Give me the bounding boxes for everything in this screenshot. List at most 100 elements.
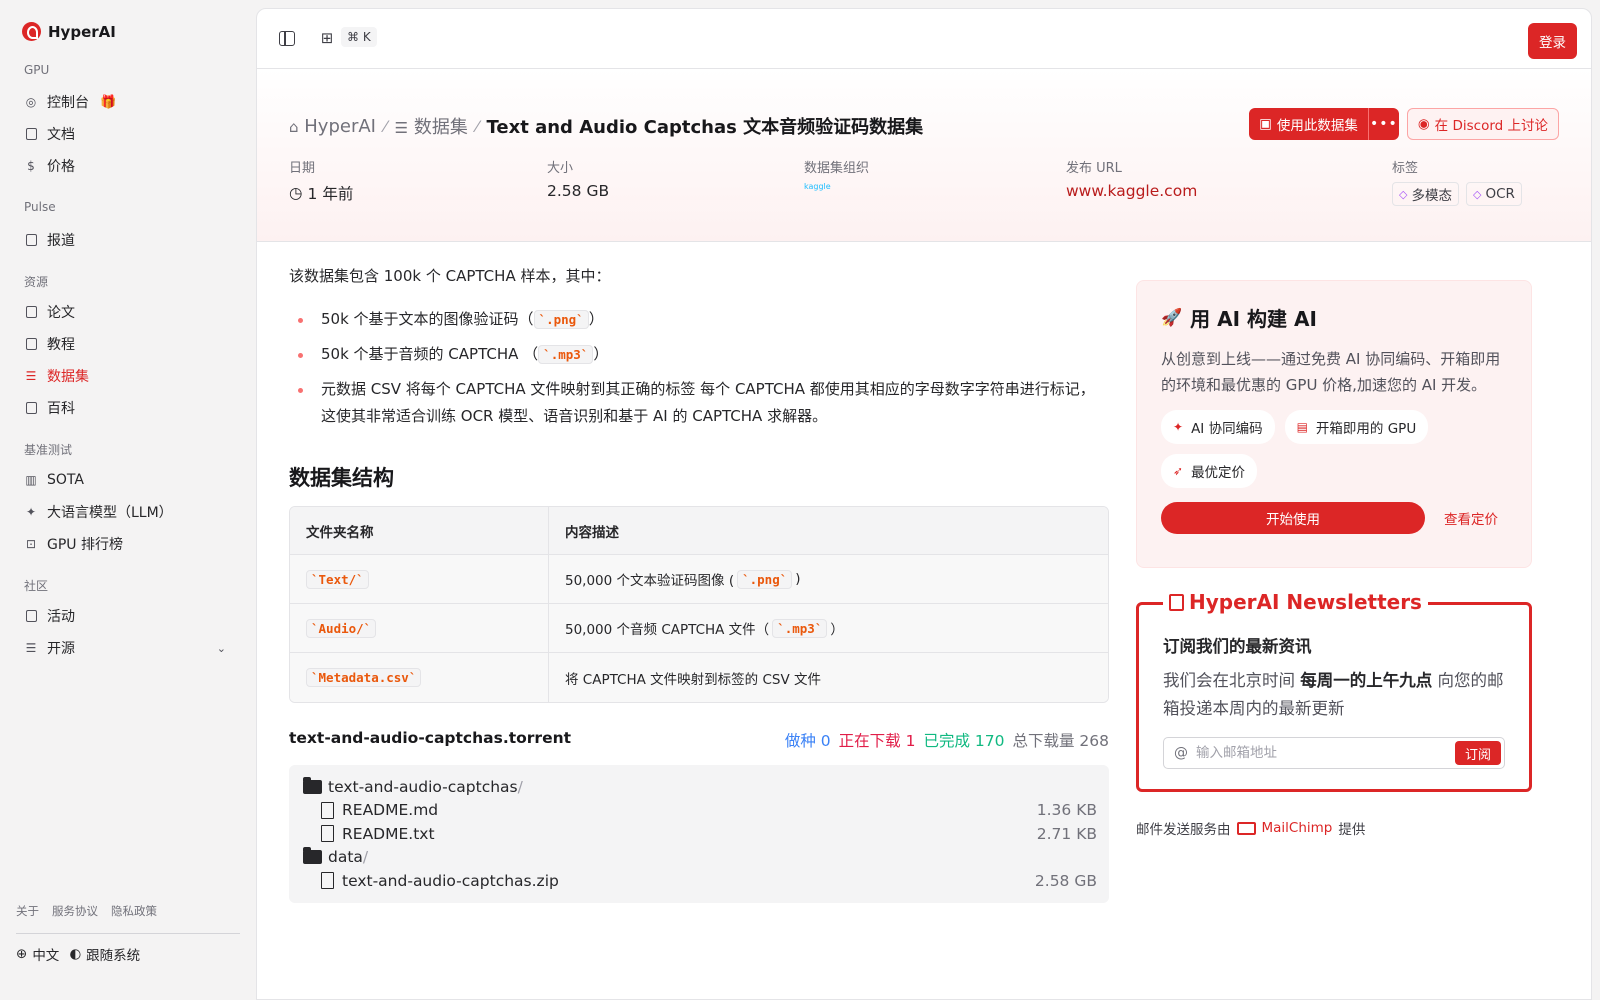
file-row[interactable]: text-and-audio-captchas.zip 2.58 GB [303, 869, 1097, 893]
text: 50,000 个文本验证码图像 ( [565, 573, 735, 589]
hyperai-logo-icon [22, 22, 41, 41]
sidebar-item-tutorials[interactable]: 教程 [16, 330, 236, 358]
language-switcher[interactable]: ⊕ 中文 [16, 944, 59, 964]
use-dataset-label: 使用此数据集 [1276, 118, 1358, 134]
sidebar-item-datasets[interactable]: ☰ 数据集 [16, 362, 236, 390]
text: 提供 [1338, 822, 1366, 838]
command-shortcut[interactable]: ⌘ K [341, 27, 377, 47]
sidebar-item-docs[interactable]: 文档 [16, 120, 236, 148]
sparkle-icon: ✦ [25, 505, 37, 519]
inline-code: `.mp3` [538, 345, 594, 364]
meta-value: ◷ 1 年前 [289, 182, 353, 204]
breadcrumb-home[interactable]: ⌂ HyperAI [289, 116, 376, 137]
footer-links: 关于 服务协议 隐私政策 [16, 903, 157, 919]
get-started-button[interactable]: 开始使用 [1161, 502, 1425, 534]
footer-settings: ⊕ 中文 ◐ 跟随系统 [16, 944, 140, 964]
email-input[interactable] [1196, 745, 1446, 761]
sidebar-item-label: 教程 [47, 337, 75, 353]
feature-chip: ➶ 最优定价 [1161, 454, 1258, 488]
inline-code: `Audio/` [306, 618, 377, 638]
file-size: 2.58 GB [1034, 871, 1097, 890]
rocket-icon: 🚀 [1161, 307, 1183, 328]
tag-ocr[interactable]: ◇ OCR [1465, 182, 1522, 206]
table-row: `Audio/` 50,000 个音频 CAPTCHA 文件（ `.mp3`） [290, 604, 1108, 653]
source-url-link[interactable]: www.kaggle.com [1066, 182, 1197, 200]
breadcrumb-datasets[interactable]: ☰ 数据集 [395, 113, 468, 139]
bullet-list: 50k 个基于文本的图像验证码（ `.png`） 50k 个基于音频的 CAPTC… [289, 306, 1109, 430]
intro-text: 该数据集包含 100k 个 CAPTCHA 样本，其中： [289, 267, 611, 285]
meta-url: 发布 URL www.kaggle.com [1066, 157, 1197, 200]
folder-row[interactable]: data / [303, 846, 1097, 870]
tag-icon: ◇ [1399, 187, 1408, 201]
text: 50,000 个音频 CAPTCHA 文件（ [565, 622, 770, 638]
sidebar-item-events[interactable]: 活动 [16, 602, 236, 630]
sidebar-item-label: 百科 [47, 401, 75, 417]
torrent-name[interactable]: text-and-audio-captchas.torrent [289, 729, 571, 751]
more-options-button[interactable]: ••• [1367, 108, 1399, 140]
inline-code: `Metadata.csv` [306, 668, 422, 687]
section-gpu: GPU [24, 63, 50, 77]
file-icon [321, 801, 334, 819]
home-icon: ⌂ [289, 117, 299, 136]
subscribe-button[interactable]: 订阅 [1454, 741, 1501, 765]
list-icon: ☰ [25, 641, 37, 655]
text: ） [588, 310, 604, 328]
section-resources: 资源 [24, 275, 49, 289]
footer-link-about[interactable]: 关于 [16, 903, 39, 919]
section-heading: 数据集结构 [289, 466, 394, 490]
tag-label: OCR [1485, 186, 1515, 202]
brand[interactable]: HyperAI [22, 22, 116, 41]
theme-switcher[interactable]: ◐ 跟随系统 [69, 944, 140, 964]
sidebar-item-gpu-leaderboard[interactable]: ⊡ GPU 排行榜 [16, 530, 236, 558]
sidebar-item-papers[interactable]: 论文 [16, 298, 236, 326]
promo-description: 从创意到上线——通过免费 AI 协同编码、开箱即用的环境和最优惠的 GPU 价格… [1161, 350, 1501, 394]
sidebar-item-wiki[interactable]: 百科 [16, 394, 236, 422]
text: 将 CAPTCHA 文件映射到标签的 CSV 文件 [565, 671, 821, 688]
clock-icon: ◷ [289, 184, 303, 202]
news-icon [24, 233, 38, 247]
use-dataset-button[interactable]: ▣ 使用此数据集 [1249, 108, 1368, 140]
text: 元数据 CSV 将每个 CAPTCHA 文件映射到其正确的标签 每个 CAPTC… [321, 380, 1095, 425]
tag-multimodal[interactable]: ◇ 多模态 [1392, 182, 1459, 206]
dataset-header: ⌂ HyperAI ⁄ ☰ 数据集 ⁄ Text and Audio Captc… [257, 69, 1591, 242]
sidebar-item-pricing[interactable]: $ 价格 [16, 152, 236, 180]
inline-code: `Text/` [306, 569, 369, 589]
sidebar-item-opensource[interactable]: ☰ 开源 ⌄ [16, 634, 236, 662]
view-pricing-link[interactable]: 查看定价 [1444, 508, 1498, 528]
newsletter-box: HyperAI Newsletters 订阅我们的最新资讯 我们会在北京时间 每… [1136, 590, 1532, 792]
sidebar-item-news[interactable]: 报道 [16, 226, 236, 254]
file-row[interactable]: README.md 1.36 KB [303, 799, 1097, 823]
sidebar-item-console[interactable]: ◎ 控制台 🎁 [16, 88, 236, 116]
promo-card: 🚀 用 AI 构建 AI 从创意到上线——通过免费 AI 协同编码、开箱即用的环境… [1136, 280, 1532, 568]
sidebar-item-label: 大语言模型（LLM） [47, 505, 173, 521]
inline-code: `.png` [737, 569, 793, 589]
use-dataset-group: ▣ 使用此数据集 ••• [1249, 108, 1399, 140]
discord-button[interactable]: ◉ 在 Discord 上讨论 [1406, 108, 1559, 140]
footer-link-terms[interactable]: 服务协议 [52, 903, 98, 919]
text: 邮件发送服务由 [1136, 822, 1231, 838]
theme-label: 跟随系统 [86, 948, 141, 964]
inline-code: `.png` [533, 310, 589, 329]
table-row: `Text/` 50,000 个文本验证码图像 (`.png`) [290, 555, 1108, 604]
sidebar-item-llm[interactable]: ✦ 大语言模型（LLM） [16, 498, 236, 526]
sidebar-item-sota[interactable]: ▥ SOTA [16, 466, 236, 494]
wiki-icon [24, 401, 38, 415]
table-cell: 50,000 个文本验证码图像 (`.png`) [549, 569, 801, 589]
sidebar-toggle-icon[interactable] [279, 31, 295, 46]
file-icon [321, 825, 334, 843]
breadcrumb-separator: ⁄ [475, 116, 479, 136]
apps-icon[interactable]: ⊞ [318, 29, 336, 47]
newsletter-title: HyperAI Newsletters [1163, 590, 1428, 614]
mailchimp-link[interactable]: MailChimp [1262, 820, 1333, 836]
discord-icon: ◉ [1417, 116, 1430, 132]
footer-link-privacy[interactable]: 隐私政策 [111, 903, 157, 919]
folder-row[interactable]: text-and-audio-captchas / [303, 775, 1097, 799]
book-icon [24, 337, 38, 351]
file-row[interactable]: README.txt 2.71 KB [303, 822, 1097, 846]
promo-title: 🚀 用 AI 构建 AI [1161, 303, 1507, 332]
meta-label: 数据集组织 [804, 161, 870, 176]
column-header: 内容描述 [565, 524, 619, 541]
login-button[interactable]: 登录 [1528, 23, 1577, 59]
calendar-icon [24, 609, 38, 623]
kaggle-logo[interactable]: kaggle [804, 182, 831, 191]
